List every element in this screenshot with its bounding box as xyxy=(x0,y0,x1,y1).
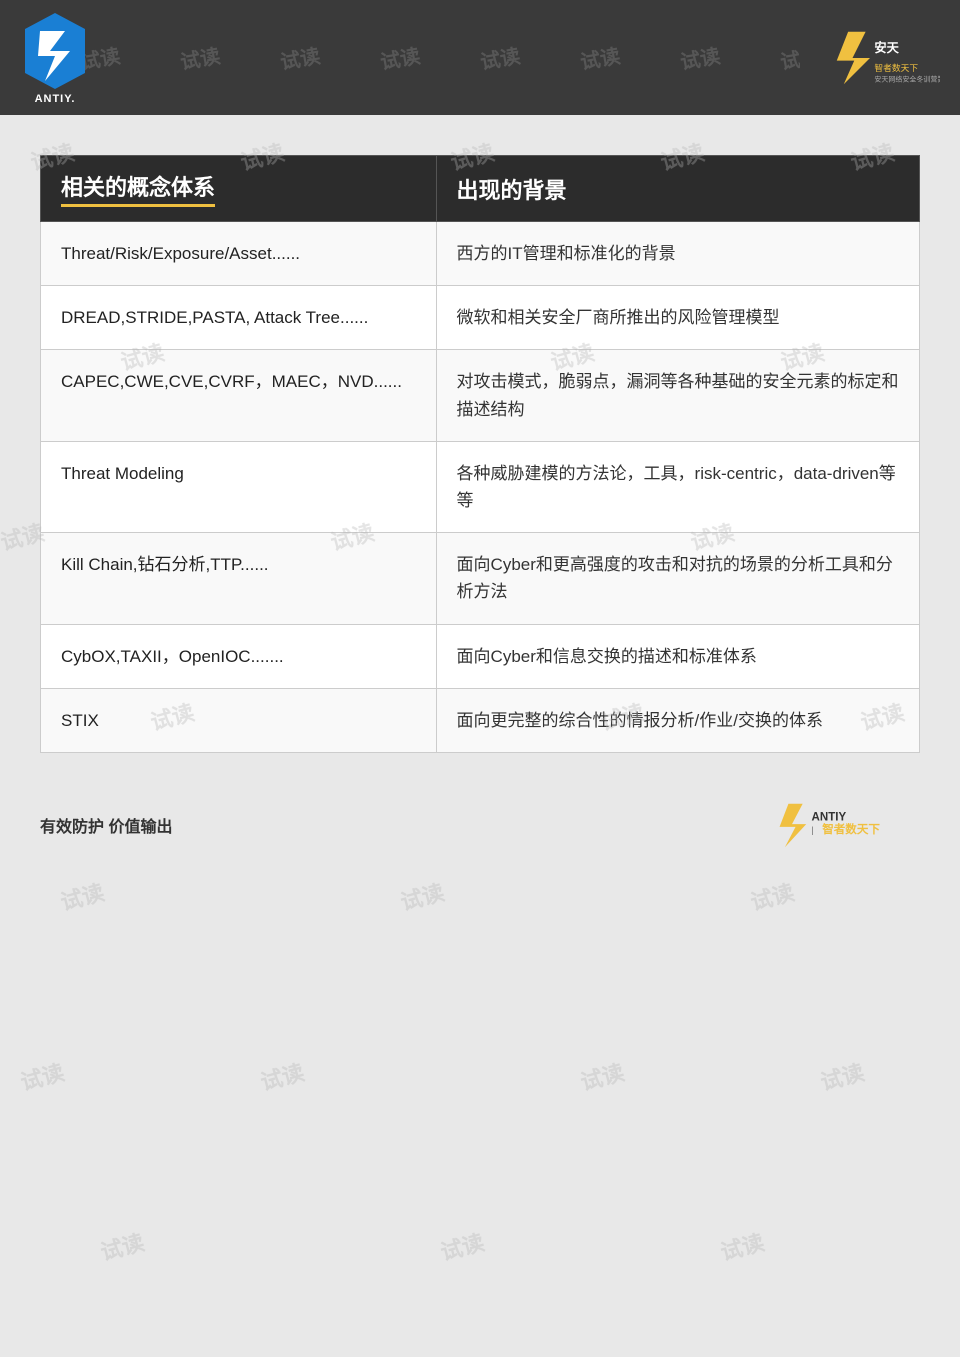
table-header-right: 出现的背景 xyxy=(436,156,919,222)
table-row: CAPEC,CWE,CVE,CVRF，MAEC，NVD...... 对攻击模式，… xyxy=(41,350,920,441)
table-cell-left: Threat/Risk/Exposure/Asset...... xyxy=(41,222,437,286)
table-cell-left: Threat Modeling xyxy=(41,441,437,532)
brand-icon: 安天 智者数天下 安天网络安全冬训营第四期 xyxy=(800,23,940,93)
watermark: 试读 xyxy=(747,875,798,917)
table-row: STIX 面向更完整的综合性的情报分析/作业/交换的体系 xyxy=(41,688,920,752)
watermark: 试读 xyxy=(97,1225,148,1267)
logo: ANTIY. xyxy=(20,11,90,105)
main-content: 相关的概念体系 出现的背景 Threat/Risk/Exposure/Asset… xyxy=(0,115,960,773)
svg-text:智者数天下: 智者数天下 xyxy=(874,62,918,73)
table-row: Kill Chain,钻石分析,TTP...... 面向Cyber和更高强度的攻… xyxy=(41,533,920,624)
table-row: CybOX,TAXII，OpenIOC....... 面向Cyber和信息交换的… xyxy=(41,624,920,688)
watermark: 试读 xyxy=(717,1225,768,1267)
header-right: 安天 智者数天下 安天网络安全冬训营第四期 xyxy=(800,23,940,93)
table-cell-right: 面向Cyber和信息交换的描述和标准体系 xyxy=(436,624,919,688)
footer-brand: ANTIY | 智者数天下 xyxy=(760,798,920,853)
header-watermark: 试读 xyxy=(378,40,422,76)
header-watermark: 试读 xyxy=(578,40,622,76)
logo-text: ANTIY. xyxy=(35,93,76,105)
watermark: 试读 xyxy=(437,1225,488,1267)
table-row: DREAD,STRIDE,PASTA, Attack Tree...... 微软… xyxy=(41,286,920,350)
watermark: 试读 xyxy=(17,1055,68,1097)
watermark: 试读 xyxy=(257,1055,308,1097)
footer: 有效防护 价值输出 ANTIY | 智者数天下 xyxy=(0,773,960,878)
table-cell-right: 微软和相关安全厂商所推出的风险管理模型 xyxy=(436,286,919,350)
svg-text:智者数天下: 智者数天下 xyxy=(821,822,880,836)
svg-text:安天网络安全冬训营第四期: 安天网络安全冬训营第四期 xyxy=(874,74,940,83)
header: 试读 试读 试读 试读 试读 试读 试读 试读 试读 试读 ANTIY. 安天 … xyxy=(0,0,960,115)
table-header-left: 相关的概念体系 xyxy=(41,156,437,222)
header-watermark: 试读 xyxy=(678,40,722,76)
watermark: 试读 xyxy=(397,875,448,917)
footer-text: 有效防护 价值输出 xyxy=(40,813,172,837)
header-watermark: 试读 xyxy=(478,40,522,76)
table-cell-left: Kill Chain,钻石分析,TTP...... xyxy=(41,533,437,624)
svg-text:ANTIY: ANTIY xyxy=(812,811,847,823)
footer-brand-icon: ANTIY | 智者数天下 xyxy=(760,798,920,853)
svg-text:安天: 安天 xyxy=(874,39,899,54)
header-watermark: 试读 xyxy=(178,40,222,76)
watermark: 试读 xyxy=(817,1055,868,1097)
table-cell-left: CAPEC,CWE,CVE,CVRF，MAEC，NVD...... xyxy=(41,350,437,441)
table-cell-left: DREAD,STRIDE,PASTA, Attack Tree...... xyxy=(41,286,437,350)
header-watermark: 试读 xyxy=(278,40,322,76)
logo-icon xyxy=(20,11,90,91)
table-cell-right: 面向更完整的综合性的情报分析/作业/交换的体系 xyxy=(436,688,919,752)
table-cell-left: STIX xyxy=(41,688,437,752)
data-table: 相关的概念体系 出现的背景 Threat/Risk/Exposure/Asset… xyxy=(40,155,920,753)
watermark: 试读 xyxy=(577,1055,628,1097)
svg-text:|: | xyxy=(812,825,814,836)
table-cell-right: 对攻击模式，脆弱点，漏洞等各种基础的安全元素的标定和描述结构 xyxy=(436,350,919,441)
table-row: Threat/Risk/Exposure/Asset...... 西方的IT管理… xyxy=(41,222,920,286)
table-cell-right: 西方的IT管理和标准化的背景 xyxy=(436,222,919,286)
table-cell-right: 面向Cyber和更高强度的攻击和对抗的场景的分析工具和分析方法 xyxy=(436,533,919,624)
table-cell-right: 各种威胁建模的方法论，工具，risk-centric，data-driven等等 xyxy=(436,441,919,532)
watermark: 试读 xyxy=(57,875,108,917)
table-cell-left: CybOX,TAXII，OpenIOC....... xyxy=(41,624,437,688)
table-row: Threat Modeling 各种威胁建模的方法论，工具，risk-centr… xyxy=(41,441,920,532)
